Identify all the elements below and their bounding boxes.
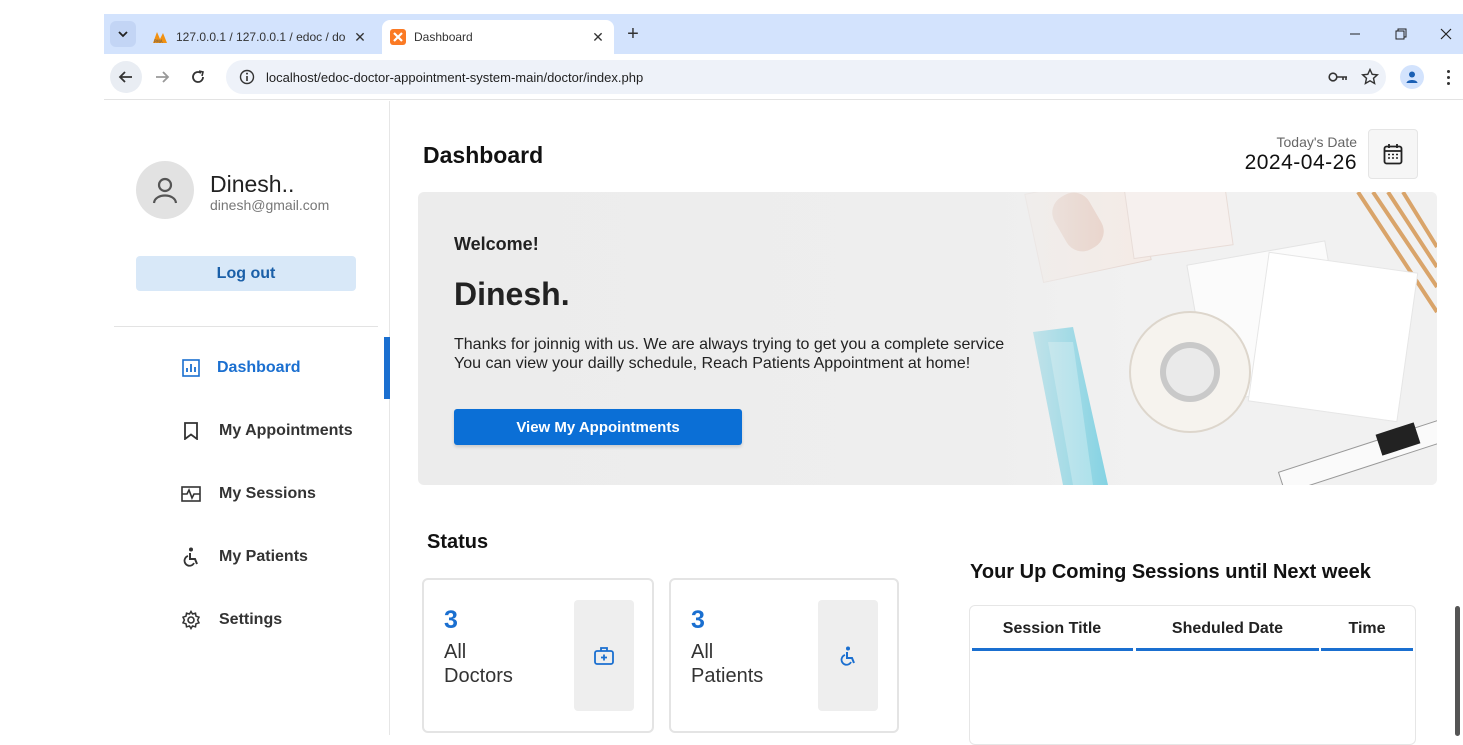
- sidebar-item-label: Dashboard: [217, 359, 301, 376]
- xampp-icon: [390, 29, 406, 45]
- calendar-icon: [1383, 144, 1403, 165]
- sidebar-item-dashboard[interactable]: Dashboard: [104, 337, 390, 399]
- stat-label: All Doctors: [444, 641, 513, 687]
- header-underline: [1136, 648, 1319, 651]
- url-text: localhost/edoc-doctor-appointment-system…: [266, 69, 644, 85]
- chevron-down-icon: [118, 31, 128, 38]
- column-header-time[interactable]: Time: [1321, 620, 1413, 638]
- address-bar[interactable]: localhost/edoc-doctor-appointment-system…: [226, 60, 1386, 94]
- status-heading: Status: [427, 531, 489, 553]
- medical-supplies-image: [978, 192, 1437, 485]
- tab-close-icon[interactable]: ✕: [350, 29, 370, 46]
- calendar-button[interactable]: [1368, 129, 1418, 179]
- column-header-scheduled-date[interactable]: Sheduled Date: [1136, 620, 1319, 638]
- tab-strip: PMA 127.0.0.1 / 127.0.0.1 / edoc / do ✕ …: [104, 14, 1463, 54]
- stat-count: 3: [691, 606, 705, 634]
- password-key-icon[interactable]: [1322, 71, 1354, 83]
- browser-toolbar: localhost/edoc-doctor-appointment-system…: [104, 54, 1463, 100]
- page-title: Dashboard: [423, 142, 544, 168]
- arrow-left-icon: [118, 71, 132, 83]
- tab-search-button[interactable]: [110, 21, 136, 47]
- forward-button[interactable]: [146, 61, 178, 93]
- page-content: Dinesh.. dinesh@gmail.com Log out Dashbo…: [104, 101, 1463, 745]
- column-header-session-title[interactable]: Session Title: [970, 620, 1134, 638]
- wheelchair-icon: [180, 546, 202, 568]
- sidebar-item-label: My Sessions: [219, 485, 316, 502]
- bookmark-star-icon[interactable]: [1354, 68, 1386, 86]
- dashboard-icon: [180, 357, 202, 379]
- banner-user-name: Dinesh.: [454, 276, 570, 312]
- doctor-bag-icon: [574, 600, 634, 711]
- restore-icon[interactable]: [1389, 22, 1413, 46]
- minimize-icon[interactable]: [1343, 22, 1367, 46]
- user-avatar-icon: [136, 161, 194, 219]
- welcome-text: Welcome!: [454, 234, 539, 254]
- gear-icon: [180, 609, 202, 631]
- welcome-banner: Welcome! Dinesh. Thanks for joinnig with…: [418, 192, 1437, 485]
- sidebar-item-settings[interactable]: Settings: [104, 589, 390, 651]
- sessions-icon: [180, 483, 202, 505]
- user-email: dinesh@gmail.com: [210, 197, 330, 213]
- close-window-icon[interactable]: [1434, 22, 1458, 46]
- stat-label: All Patients: [691, 641, 764, 687]
- sidebar-item-label: My Appointments: [219, 422, 353, 439]
- view-appointments-button[interactable]: View My Appointments: [454, 409, 742, 445]
- tab-phpmyadmin[interactable]: PMA 127.0.0.1 / 127.0.0.1 / edoc / do ✕: [144, 20, 376, 54]
- date-label: Today's Date: [1276, 134, 1358, 150]
- site-info-icon[interactable]: [232, 69, 262, 85]
- stat-card-patients[interactable]: 3 All Patients: [669, 578, 899, 733]
- header-underline: [972, 648, 1133, 651]
- banner-description-line2: You can view your dailly schedule, Reach…: [454, 355, 971, 372]
- sidebar-item-appointments[interactable]: My Appointments: [104, 400, 390, 462]
- upcoming-sessions-table: Session Title Sheduled Date Time: [969, 605, 1416, 745]
- tab-dashboard[interactable]: Dashboard ✕: [382, 20, 614, 54]
- svg-text:PMA: PMA: [154, 39, 163, 44]
- user-name: Dinesh..: [210, 171, 295, 197]
- logout-button[interactable]: Log out: [136, 256, 356, 291]
- sidebar-item-label: Settings: [219, 611, 283, 628]
- tab-title: Dashboard: [414, 30, 473, 44]
- main-content: Dashboard Today's Date 2024-04-26 Welcom…: [390, 101, 1463, 745]
- arrow-right-icon: [156, 71, 170, 83]
- profile-avatar-icon[interactable]: [1400, 65, 1424, 89]
- stat-card-doctors[interactable]: 3 All Doctors: [422, 578, 654, 733]
- upcoming-sessions-heading: Your Up Coming Sessions until Next week: [970, 561, 1371, 583]
- stat-count: 3: [444, 606, 458, 634]
- sidebar: Dinesh.. dinesh@gmail.com Log out Dashbo…: [104, 101, 390, 735]
- sidebar-item-patients[interactable]: My Patients: [104, 526, 390, 588]
- new-tab-button[interactable]: +: [622, 24, 644, 46]
- date-value: 2024-04-26: [1244, 151, 1357, 174]
- reload-icon: [192, 70, 204, 83]
- header-underline: [1321, 648, 1413, 651]
- tab-close-icon[interactable]: ✕: [588, 29, 608, 46]
- sidebar-item-label: My Patients: [219, 548, 308, 565]
- reload-button[interactable]: [182, 61, 214, 93]
- bookmark-icon: [180, 420, 202, 442]
- sidebar-item-sessions[interactable]: My Sessions: [104, 463, 390, 525]
- browser-window: PMA 127.0.0.1 / 127.0.0.1 / edoc / do ✕ …: [104, 14, 1463, 745]
- wheelchair-icon: [818, 600, 878, 711]
- sidebar-divider: [114, 326, 378, 327]
- page-scrollbar[interactable]: [1455, 606, 1460, 736]
- banner-description-line1: Thanks for joinnig with us. We are alway…: [454, 336, 1005, 353]
- browser-menu-icon[interactable]: [1438, 65, 1458, 89]
- tab-title: 127.0.0.1 / 127.0.0.1 / edoc / do: [176, 30, 346, 44]
- back-button[interactable]: [110, 61, 142, 93]
- phpmyadmin-icon: PMA: [152, 29, 168, 45]
